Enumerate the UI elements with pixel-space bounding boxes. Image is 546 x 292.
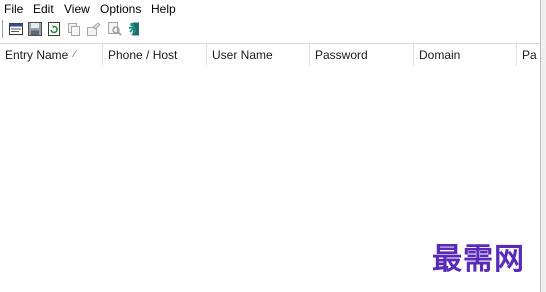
export-icon (87, 22, 101, 36)
column-entry-name[interactable]: Entry Name (5, 44, 75, 66)
column-divider[interactable] (102, 44, 103, 66)
find-icon (108, 22, 122, 36)
column-user-name[interactable]: User Name (212, 44, 308, 66)
find-button[interactable] (107, 21, 123, 37)
column-pa[interactable]: Pa (522, 44, 540, 66)
column-phone-host[interactable]: Phone / Host (108, 44, 204, 66)
window-edge (540, 0, 546, 292)
column-divider[interactable] (206, 44, 207, 66)
column-domain[interactable]: Domain (419, 44, 515, 66)
watermark: 最需网 (432, 242, 525, 277)
column-divider[interactable] (413, 44, 414, 66)
exit-icon (128, 22, 139, 36)
toolbar-grip (2, 20, 6, 38)
properties-icon (9, 23, 23, 35)
save-icon (28, 22, 42, 36)
menu-edit[interactable]: Edit (33, 2, 54, 16)
menu-view[interactable]: View (64, 2, 90, 16)
copy-icon (68, 23, 80, 36)
menu-file[interactable]: File (4, 2, 23, 16)
refresh-icon (48, 22, 60, 36)
exit-button[interactable] (126, 21, 142, 37)
menu-help[interactable]: Help (151, 2, 176, 16)
menu-bar: File Edit View Options Help (0, 0, 540, 18)
menu-options[interactable]: Options (100, 2, 141, 16)
export-button[interactable] (86, 21, 102, 37)
copy-button[interactable] (66, 21, 82, 37)
save-button[interactable] (27, 21, 43, 37)
column-divider[interactable] (516, 44, 517, 66)
column-password[interactable]: Password (315, 44, 411, 66)
column-divider[interactable] (309, 44, 310, 66)
toolbar (0, 18, 540, 42)
sort-indicator: ⁄ (74, 49, 76, 60)
refresh-button[interactable] (46, 21, 62, 37)
properties-button[interactable] (8, 21, 24, 37)
column-header: Entry Name ⁄ Phone / Host User Name Pass… (0, 43, 540, 67)
